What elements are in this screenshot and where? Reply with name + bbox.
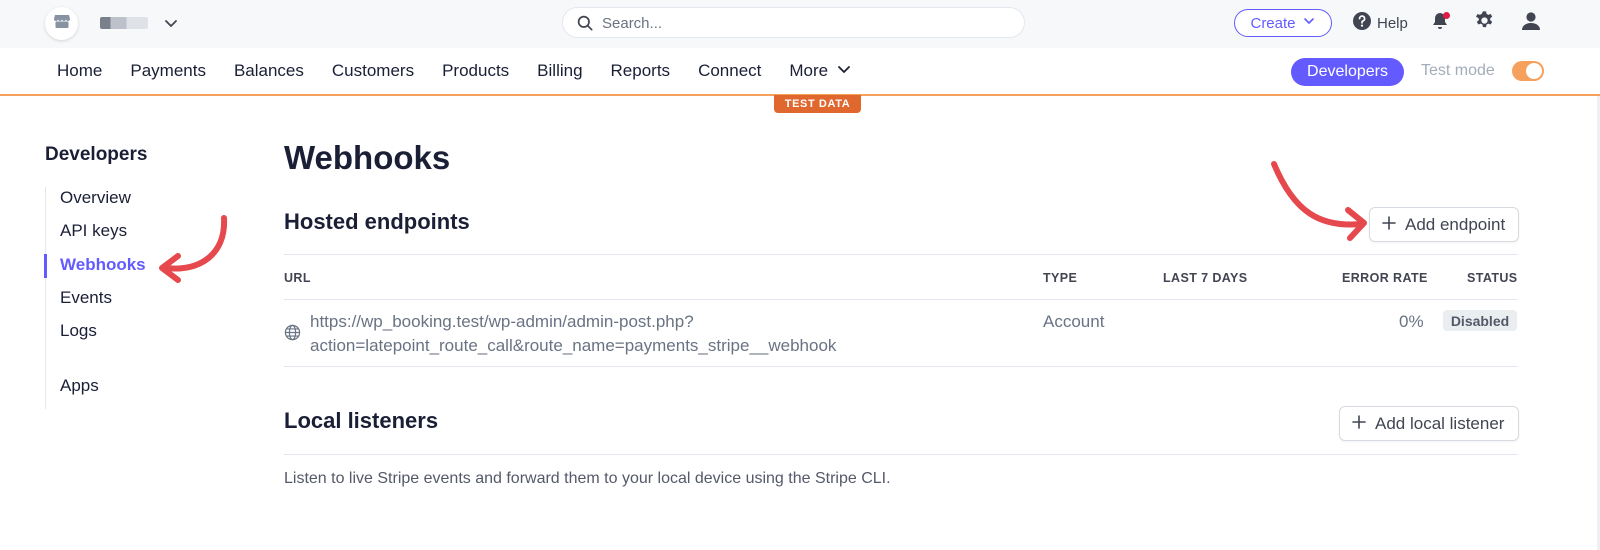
nav-item-billing[interactable]: Billing	[537, 61, 582, 81]
sidebar-item-apps[interactable]: Apps	[60, 376, 99, 396]
page-title: Webhooks	[284, 139, 451, 176]
table-header-divider	[284, 299, 1518, 300]
nav-item-more[interactable]: More	[789, 61, 852, 82]
sidebar-item-overview[interactable]: Overview	[60, 188, 131, 208]
help-button[interactable]: Help	[1352, 11, 1408, 35]
status-badge: Disabled	[1443, 310, 1517, 331]
nav-item-customers[interactable]: Customers	[332, 61, 414, 81]
sidebar-item-webhooks[interactable]: Webhooks	[60, 255, 146, 275]
add-endpoint-button[interactable]: Add endpoint	[1369, 207, 1519, 242]
test-mode-label: Test mode	[1421, 62, 1495, 79]
endpoint-error-rate: 0%	[1399, 312, 1424, 331]
annotation-arrow-add-endpoint	[1271, 161, 1367, 241]
sidebar-item-api-keys[interactable]: API keys	[60, 221, 127, 241]
search-icon	[577, 15, 593, 31]
test-data-badge: TEST DATA	[774, 95, 861, 113]
profile-button[interactable]	[1519, 11, 1543, 35]
account-name-redacted[interactable]	[100, 17, 148, 29]
chevron-down-icon	[836, 61, 852, 82]
notification-dot	[1443, 12, 1450, 19]
local-listeners-description: Listen to live Stripe events and forward…	[284, 470, 891, 487]
column-header-last-7-days: LAST 7 DAYS	[1163, 271, 1248, 285]
table-top-divider	[284, 254, 1518, 255]
settings-button[interactable]	[1472, 11, 1496, 35]
sidebar-rail	[45, 187, 46, 409]
help-label: Help	[1377, 14, 1408, 32]
notifications-button[interactable]	[1428, 11, 1452, 35]
search-input[interactable]	[602, 12, 1002, 34]
nav-item-products[interactable]: Products	[442, 61, 509, 81]
nav-item-balances[interactable]: Balances	[234, 61, 304, 81]
local-divider	[284, 454, 1518, 455]
nav-more-label: More	[789, 61, 829, 80]
add-local-listener-label: Add local listener	[1375, 413, 1505, 433]
developers-button[interactable]: Developers	[1291, 58, 1404, 86]
gear-icon	[1474, 10, 1495, 36]
column-header-type: TYPE	[1043, 271, 1078, 285]
sidebar-item-logs[interactable]: Logs	[60, 321, 97, 341]
globe-icon	[284, 324, 301, 346]
sidebar-item-events[interactable]: Events	[60, 288, 112, 308]
plus-icon	[1352, 414, 1366, 434]
store-icon	[53, 12, 71, 35]
test-mode-toggle[interactable]	[1512, 61, 1544, 81]
endpoint-url-line2: action=latepoint_route_call&route_name=p…	[310, 336, 837, 355]
local-listeners-title: Local listeners	[284, 408, 439, 433]
endpoint-type: Account	[1043, 312, 1105, 331]
nav-item-payments[interactable]: Payments	[130, 61, 206, 81]
hosted-endpoints-title: Hosted endpoints	[284, 209, 470, 234]
nav-item-home[interactable]: Home	[57, 61, 102, 81]
column-header-status: STATUS	[1467, 271, 1518, 285]
search-bar[interactable]	[562, 7, 1025, 38]
user-icon	[1520, 10, 1542, 37]
sidebar-title: Developers	[45, 144, 148, 165]
help-icon	[1352, 11, 1372, 35]
column-header-url: URL	[284, 271, 311, 285]
top-bar: Create Help	[0, 0, 1600, 48]
create-button[interactable]: Create	[1234, 9, 1332, 37]
add-local-listener-button[interactable]: Add local listener	[1339, 406, 1519, 441]
chevron-down-icon[interactable]	[162, 14, 180, 32]
table-bottom-divider	[284, 366, 1518, 367]
endpoint-url-line1: https://wp_booking.test/wp-admin/admin-p…	[310, 312, 694, 331]
plus-icon	[1382, 215, 1396, 235]
main-nav: Home Payments Balances Customers Product…	[0, 48, 1600, 96]
sidebar-active-indicator	[44, 254, 47, 278]
chevron-down-icon	[1302, 14, 1316, 32]
add-endpoint-label: Add endpoint	[1405, 214, 1506, 234]
column-header-error-rate: ERROR RATE	[1342, 271, 1428, 285]
nav-item-reports[interactable]: Reports	[611, 61, 671, 81]
create-label: Create	[1250, 14, 1296, 32]
account-switcher-button[interactable]	[45, 7, 78, 40]
annotation-arrow-webhooks	[159, 215, 228, 283]
nav-item-connect[interactable]: Connect	[698, 61, 761, 81]
toggle-knob	[1526, 63, 1542, 79]
